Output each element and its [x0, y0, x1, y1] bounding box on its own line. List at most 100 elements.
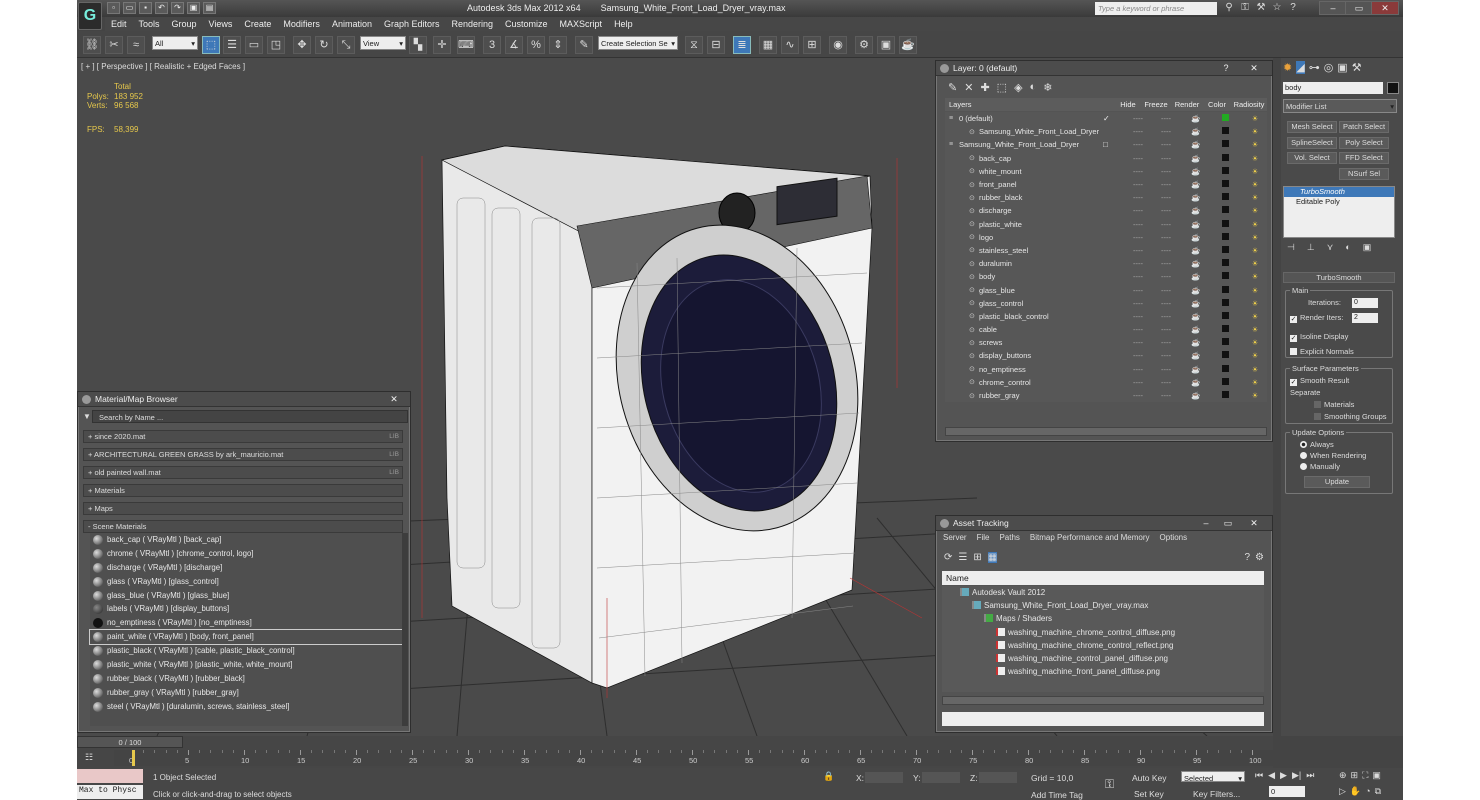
- render-teapot-icon[interactable]: ☕: [1181, 338, 1211, 347]
- hide-toggle[interactable]: ----: [1125, 154, 1151, 163]
- add-to-layer-icon[interactable]: ✚: [980, 81, 989, 94]
- asset-row[interactable]: washing_machine_front_panel_diffuse.png: [942, 665, 1264, 678]
- freeze-toggle[interactable]: ----: [1151, 246, 1181, 255]
- iterations-spinner[interactable]: 0: [1352, 298, 1378, 308]
- render-teapot-icon[interactable]: ☕: [1181, 286, 1211, 295]
- color-swatch[interactable]: [1222, 153, 1229, 161]
- layer-hscrollbar[interactable]: [945, 427, 1267, 436]
- auto-key-button[interactable]: Auto Key: [1132, 773, 1167, 783]
- material-item[interactable]: labels ( VRayMtl ) [display_buttons]: [90, 602, 402, 616]
- viewport-label[interactable]: [ + ] [ Perspective ] [ Realistic + Edge…: [81, 62, 245, 71]
- radiosity-icon[interactable]: ☀: [1240, 167, 1267, 176]
- key-icon[interactable]: ⚿: [1105, 777, 1114, 792]
- redo-icon[interactable]: ↷: [171, 2, 184, 14]
- hide-toggle[interactable]: ----: [1125, 391, 1151, 400]
- render-production-icon[interactable]: ☕: [899, 36, 917, 54]
- options-arrow-icon[interactable]: ▼: [83, 412, 91, 421]
- layer-row[interactable]: ⊙ no_emptiness ---- ---- ☕ ☀: [945, 363, 1267, 376]
- color-swatch[interactable]: [1222, 272, 1229, 280]
- material-library-row[interactable]: + since 2020.mat LIB: [83, 430, 403, 443]
- current-frame-field[interactable]: 0: [1269, 786, 1305, 797]
- window-crossing-icon[interactable]: ◳: [267, 36, 285, 54]
- schematic-view-icon[interactable]: ⊞: [803, 36, 821, 54]
- maxscript-listener-top[interactable]: [77, 769, 143, 783]
- stack-item-turbosmooth[interactable]: TurboSmooth: [1284, 187, 1394, 197]
- menu-tools[interactable]: Tools: [133, 17, 166, 31]
- hide-toggle[interactable]: ----: [1125, 299, 1151, 308]
- asset-menu-paths[interactable]: Paths: [994, 531, 1024, 545]
- material-item[interactable]: rubber_gray ( VRayMtl ) [rubber_gray]: [90, 686, 402, 700]
- radiosity-icon[interactable]: ☀: [1240, 365, 1267, 374]
- tree-view-icon[interactable]: ⊞: [973, 552, 981, 563]
- radiosity-icon[interactable]: ☀: [1240, 378, 1267, 387]
- material-item[interactable]: plastic_white ( VRayMtl ) [plastic_white…: [90, 658, 402, 672]
- refresh-icon[interactable]: ⟳: [944, 552, 952, 563]
- select-by-name-icon[interactable]: ☰: [223, 36, 241, 54]
- menu-help[interactable]: Help: [608, 17, 639, 31]
- asset-menu-bitmap-performance-and-memory[interactable]: Bitmap Performance and Memory: [1025, 531, 1155, 545]
- table-view-icon[interactable]: ▦: [987, 552, 998, 563]
- stack-item-editable-poly[interactable]: Editable Poly: [1284, 197, 1394, 207]
- color-swatch[interactable]: [1222, 325, 1229, 333]
- layer-row[interactable]: ⊙ logo ---- ---- ☕ ☀: [945, 231, 1267, 244]
- spinner-snap-icon[interactable]: ⇕: [549, 36, 567, 54]
- render-teapot-icon[interactable]: ☕: [1181, 233, 1211, 242]
- render-iters-spinner[interactable]: 2: [1352, 313, 1378, 323]
- maximize-button[interactable]: ▭: [1345, 1, 1373, 15]
- radiosity-icon[interactable]: ☀: [1240, 127, 1267, 136]
- radiosity-icon[interactable]: ☀: [1240, 140, 1267, 149]
- help-icon[interactable]: ?: [1244, 552, 1250, 563]
- angle-snap-icon[interactable]: ∡: [505, 36, 523, 54]
- create-layer-icon[interactable]: ✎: [948, 81, 957, 94]
- asset-path-field[interactable]: [942, 712, 1264, 726]
- render-teapot-icon[interactable]: ☕: [1181, 299, 1211, 308]
- pivot-icon[interactable]: ▚: [409, 36, 427, 54]
- pin-stack-icon[interactable]: ⊣: [1287, 242, 1295, 253]
- edit-named-sel-icon[interactable]: ✎: [575, 36, 593, 54]
- layer-row[interactable]: ≡ 0 (default) ✓ ---- ---- ☕ ☀: [945, 112, 1267, 125]
- hide-toggle[interactable]: ----: [1125, 114, 1151, 123]
- select-in-layer-icon[interactable]: ⬚: [997, 81, 1007, 94]
- patch-select-button[interactable]: Patch Select: [1339, 121, 1389, 133]
- freeze-toggle[interactable]: ----: [1151, 154, 1181, 163]
- layer-row[interactable]: ⊙ chrome_control ---- ---- ☕ ☀: [945, 376, 1267, 389]
- layer-row[interactable]: ⊙ rubber_gray ---- ---- ☕ ☀: [945, 389, 1267, 402]
- layer-row[interactable]: ⊙ body ---- ---- ☕ ☀: [945, 270, 1267, 283]
- color-swatch[interactable]: [1222, 166, 1229, 174]
- layer-row[interactable]: ⊙ screws ---- ---- ☕ ☀: [945, 336, 1267, 349]
- material-library-row[interactable]: + ARCHITECTURAL GREEN GRASS by ark_mauri…: [83, 448, 403, 461]
- freeze-toggle[interactable]: ----: [1151, 351, 1181, 360]
- material-item[interactable]: glass_blue ( VRayMtl ) [glass_blue]: [90, 589, 402, 603]
- rendered-frame-icon[interactable]: ▣: [877, 36, 895, 54]
- render-iters-checkbox[interactable]: ✓ Render Iters:: [1290, 313, 1343, 323]
- color-swatch[interactable]: [1222, 311, 1229, 319]
- unlink-icon[interactable]: ✂: [105, 36, 123, 54]
- render-setup-icon[interactable]: ⚙: [855, 36, 873, 54]
- next-frame-icon[interactable]: ▶|: [1292, 770, 1301, 781]
- radiosity-icon[interactable]: ☀: [1240, 312, 1267, 321]
- modifier-list-dropdown[interactable]: Modifier List: [1283, 99, 1397, 113]
- pan-icon[interactable]: ✋: [1350, 786, 1361, 797]
- hide-toggle[interactable]: ----: [1125, 167, 1151, 176]
- current-layer-check[interactable]: ✓: [1103, 114, 1110, 123]
- menu-views[interactable]: Views: [203, 17, 239, 31]
- curve-editor-icon[interactable]: ∿: [781, 36, 799, 54]
- hide-toggle[interactable]: ----: [1125, 206, 1151, 215]
- radiosity-icon[interactable]: ☀: [1240, 299, 1267, 308]
- material-group-row[interactable]: + Maps: [83, 502, 403, 515]
- layer-row[interactable]: ⊙ back_cap ---- ---- ☕ ☀: [945, 152, 1267, 165]
- hide-toggle[interactable]: ----: [1125, 378, 1151, 387]
- key-filters-button[interactable]: Key Filters...: [1193, 789, 1240, 799]
- star-icon[interactable]: ☆: [1271, 2, 1283, 14]
- render-teapot-icon[interactable]: ☕: [1181, 259, 1211, 268]
- freeze-toggle[interactable]: ----: [1151, 391, 1181, 400]
- rotate-icon[interactable]: ↻: [315, 36, 333, 54]
- when-rendering-radio[interactable]: When Rendering: [1300, 451, 1366, 460]
- freeze-toggle[interactable]: ----: [1151, 180, 1181, 189]
- freeze-toggle[interactable]: ----: [1151, 233, 1181, 242]
- layer-row[interactable]: ≡ Samsung_White_Front_Load_Dryer □ ---- ----…: [945, 138, 1267, 151]
- snap-toggle-icon[interactable]: 3: [483, 36, 501, 54]
- material-item[interactable]: rubber_black ( VRayMtl ) [rubber_black]: [90, 672, 402, 686]
- nsurf-sel-button[interactable]: NSurf Sel: [1339, 168, 1389, 180]
- open-icon[interactable]: ▭: [123, 2, 136, 14]
